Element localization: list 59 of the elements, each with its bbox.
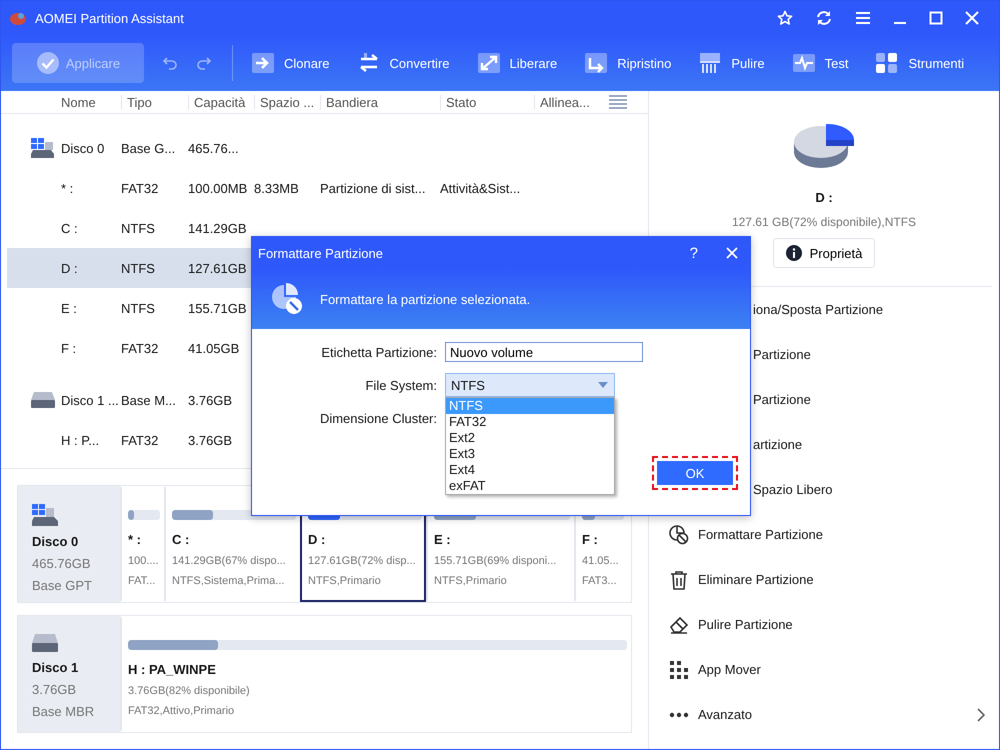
table-cell-text: 127.61GB [188, 260, 248, 276]
table-cell-text: NTFS [121, 300, 156, 316]
table-cell-text: FAT32 [121, 180, 160, 196]
table-cell-text: 8.33MB [254, 180, 300, 196]
table-cell: C : [61, 220, 78, 236]
disk-name: Disco 0 [32, 534, 80, 549]
partition-usage: 3.76GB(82% disponibile) [128, 685, 250, 697]
partition-label: C : [172, 532, 190, 547]
dialog-description: Formattare la partizione selezionata. [320, 292, 530, 306]
partition-label: D : [308, 532, 326, 547]
partition-flags: FAT3... [582, 575, 617, 587]
partition-label: F : [582, 532, 599, 547]
window-title: AOMEI Partition Assistant [35, 10, 184, 26]
partition-label: * : [128, 532, 142, 547]
partition-flags: NTFS,Primario [434, 575, 507, 587]
table-cell-text: 3.76GB [188, 392, 234, 408]
table-cell-text: 41.05GB [188, 340, 240, 356]
table-cell: E : [61, 300, 77, 316]
partition-usage: 155.71GB(69% disponi... [434, 555, 556, 567]
disk-name: Disco 1 [32, 660, 80, 675]
disk-type: Base GPT [32, 578, 93, 593]
disk-size: 465.76GB [32, 556, 92, 571]
table-cell: Disco 0 [61, 140, 104, 156]
table-cell-text: Attività&Sist... [440, 180, 522, 196]
drive-summary: 127.61 GB(72% disponibile),NTFS [732, 215, 916, 229]
table-cell-text: 141.29GB [188, 220, 248, 236]
partition-label: E : [434, 532, 452, 547]
field-label: Dimensione Cluster: [318, 410, 438, 426]
partition-flags: FAT... [128, 575, 156, 587]
table-cell-text: 3.76GB [188, 432, 234, 448]
table-cell-text: Base M... [121, 392, 177, 408]
table-cell: H : P... [61, 432, 100, 448]
table-cell-text: FAT32 [121, 340, 160, 356]
table-cell-text: 465.76... [188, 140, 240, 156]
table-cell-text: Partizione di sist... [320, 180, 426, 196]
table-cell-text: 100.00MB [188, 180, 248, 196]
partition-usage: 41.05... [582, 555, 619, 567]
table-cell-text: Base G... [121, 140, 176, 156]
field-label: Etichetta Partizione: [320, 344, 438, 360]
dialog-title: Formattare Partizione [258, 246, 383, 260]
drive-label: D : [815, 190, 833, 205]
table-cell-text: FAT32 [121, 432, 160, 448]
table-cell: Disco 1 ... [61, 392, 119, 408]
table-cell-text: 155.71GB [188, 300, 248, 316]
table-cell: F : [61, 340, 76, 356]
partition-flags: NTFS,Primario [308, 575, 381, 587]
table-cell-text: NTFS [121, 220, 156, 236]
table-cell-text: NTFS [121, 260, 156, 276]
disk-size: 3.76GB [32, 682, 78, 697]
table-cell: D : [61, 260, 78, 276]
partition-usage: 127.61GB(72% disp... [308, 555, 416, 567]
disk-type: Base MBR [32, 704, 96, 719]
field-label: File System: [364, 378, 438, 392]
partition-flags: FAT32,Attivo,Primario [128, 705, 234, 717]
partition-usage: 141.29GB(67% dispo... [172, 555, 286, 567]
table-cell: * : [61, 180, 74, 196]
partition-usage: 100.... [128, 555, 159, 567]
partition-flags: NTFS,Sistema,Prima... [172, 575, 284, 587]
partition-label: H : PA_WINPE [128, 662, 217, 677]
